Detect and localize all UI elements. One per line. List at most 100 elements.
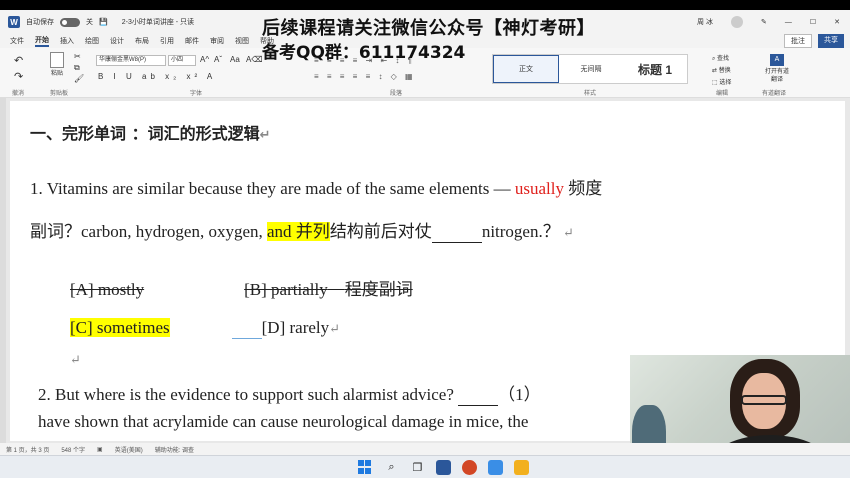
proofing-icon[interactable]: ▣ (97, 446, 103, 453)
option-c-text: [C] sometimes (70, 318, 170, 337)
group-label-paragraph: 段落 (390, 91, 403, 97)
word-count[interactable]: 548 个字 (61, 445, 85, 454)
page-count[interactable]: 第 1 页，共 3 页 (6, 445, 49, 454)
comment-button[interactable]: 批注 (784, 34, 812, 48)
format-painter-icon[interactable]: 🖌 (74, 74, 84, 83)
tab-insert[interactable]: 插入 (60, 36, 74, 46)
q1-line2-structure: 结构前后对仗 (329, 222, 432, 241)
q2-line2-text: have shown that acrylamide can cause neu… (38, 412, 529, 431)
styles-gallery: 正文 无间隔 标题 1 (492, 54, 688, 84)
tab-design[interactable]: 设计 (110, 36, 124, 46)
q2-blank (458, 385, 499, 406)
copy-icon[interactable]: ⧉ (74, 63, 80, 73)
tab-review[interactable]: 审阅 (210, 36, 224, 46)
q2-line-2: have shown that acrylamide can cause neu… (38, 412, 528, 432)
word-taskbar-icon[interactable] (436, 460, 451, 475)
vertical-ruler (0, 98, 6, 443)
cut-icon[interactable]: ✂ (74, 52, 81, 61)
ribbon-group-labels: 撤消 剪贴板 字体 段落 样式 编辑 有道翻译 (0, 88, 850, 97)
q1-note: 频度 (564, 179, 603, 198)
q2-text: 2. But where is the evidence to support … (38, 385, 459, 404)
clear-format-icon[interactable]: A⌫ (246, 55, 263, 64)
style-normal[interactable]: 正文 (493, 55, 559, 83)
q2-line-1: 2. But where is the evidence to support … (38, 380, 541, 406)
search-icon[interactable]: ⌕ (384, 460, 399, 475)
paragraph-mark: ↵ (259, 128, 271, 143)
change-case-icon[interactable]: Aa (230, 55, 240, 64)
group-label-styles: 样式 (584, 91, 597, 97)
status-bar: 第 1 页，共 3 页 548 个字 ▣ 英语(美国) 辅助功能: 调查 (0, 443, 850, 455)
option-note: 程度副词 (344, 280, 413, 299)
shrink-font-icon[interactable]: Aˇ (214, 55, 222, 64)
undo-icon[interactable]: ↶ (14, 54, 23, 67)
find-button[interactable]: ⌕ 查找 (712, 53, 731, 65)
q2-number: （1） (498, 385, 541, 404)
doc-title: 2-3小时单词讲座 - 只读 (121, 19, 195, 26)
q1-line2-text: 副词？carbon, hydrogen, oxygen, (30, 222, 268, 241)
grow-font-icon[interactable]: A^ (200, 55, 209, 64)
replace-label: 替换 (718, 68, 731, 74)
accessibility-status[interactable]: 辅助功能: 调查 (155, 445, 194, 454)
close-icon[interactable]: ✕ (834, 18, 840, 26)
autosave-toggle[interactable] (60, 17, 80, 27)
paragraph-mark: ↵ (559, 225, 574, 240)
tab-draw[interactable]: 绘图 (85, 36, 99, 46)
replace-button[interactable]: ⇄ 替换 (712, 65, 731, 77)
format-buttons[interactable]: B I U ab x₂ x² A (98, 72, 216, 81)
share-button[interactable]: 共享 (818, 34, 844, 48)
tab-file[interactable]: 文件 (10, 36, 24, 46)
minimize-icon[interactable]: — (785, 19, 792, 26)
tab-references[interactable]: 引用 (160, 36, 174, 46)
q1-line-2: 副词？carbon, hydrogen, oxygen, and 并列结构前后对… (30, 217, 574, 243)
paste-button[interactable]: 粘贴 (46, 52, 68, 77)
paragraph-buttons-bottom[interactable]: ≡ ≡ ≡ ≡ ≡ ↕ ◇ ▦ (314, 72, 416, 81)
group-label-font: 字体 (190, 91, 203, 97)
youdao-translate-button[interactable]: A 打开有道翻译 (764, 54, 790, 84)
word-app-icon: W (8, 16, 20, 28)
option-c-row: [C] sometimes [D] rarely↵ (70, 318, 340, 339)
group-label-undo: 撤消 (12, 91, 25, 97)
redo-icon[interactable]: ↷ (14, 70, 23, 83)
app-taskbar-icon[interactable] (488, 460, 503, 475)
editing-group: ⌕ 查找 ⇄ 替换 ⬚ 选择 (712, 53, 731, 89)
doc-heading: 一、完形单词 ：词汇的形式逻辑↵ (30, 120, 270, 144)
windows-start-icon[interactable] (358, 460, 373, 475)
clipboard-icon (50, 52, 64, 68)
option-a-text: [A] mostly (70, 280, 145, 299)
q1-line-1: 1. Vitamins are similar because they are… (30, 174, 602, 199)
powerpoint-taskbar-icon[interactable] (462, 460, 477, 475)
option-a: [A] mostly [B] partially 程度副词 (70, 275, 413, 300)
group-label-clipboard: 剪贴板 (50, 91, 69, 97)
language-status[interactable]: 英语(美国) (115, 445, 143, 454)
tab-mailings[interactable]: 邮件 (185, 36, 199, 46)
empty-paragraph-mark: ↵ (70, 352, 81, 367)
font-size-select[interactable]: 小四 (168, 55, 196, 66)
font-name-select[interactable]: 华康俪金黑W8(P) (96, 55, 166, 66)
q1-highlight: and 并列 (267, 222, 330, 241)
tab-view[interactable]: 视图 (235, 36, 249, 46)
maximize-icon[interactable]: ☐ (810, 18, 816, 26)
autosave-label: 自动保存 (26, 19, 54, 26)
watermark-line-1: 后续课程请关注微信公众号【神灯考研】 (262, 18, 595, 39)
avatar[interactable] (730, 16, 743, 28)
tab-home[interactable]: 开始 (35, 35, 49, 47)
q1-text: 1. Vitamins are similar because they are… (30, 179, 515, 198)
task-view-icon[interactable]: ❐ (410, 460, 425, 475)
paste-label: 粘贴 (50, 71, 63, 77)
q1-line2-end: nitrogen.？ (481, 222, 560, 241)
user-name[interactable]: 周 冰 (697, 17, 713, 27)
folder-taskbar-icon[interactable] (514, 460, 529, 475)
group-label-editing: 编辑 (716, 91, 729, 97)
option-d-text: [D] rarely (261, 318, 330, 337)
tab-layout[interactable]: 布局 (135, 36, 149, 46)
find-label: 查找 (717, 56, 730, 62)
pen-icon[interactable]: ✎ (761, 18, 767, 26)
translate-icon: A (770, 54, 784, 66)
style-heading1[interactable]: 标题 1 (623, 55, 687, 83)
q1-red-word: usually (514, 179, 564, 198)
style-no-spacing[interactable]: 无间隔 (559, 55, 623, 83)
taskbar: ⌕ ❐ (0, 455, 850, 478)
autosave-state: 关 (86, 19, 93, 26)
group-label-translate: 有道翻译 (762, 91, 787, 97)
save-icon[interactable]: 💾 (99, 18, 108, 26)
